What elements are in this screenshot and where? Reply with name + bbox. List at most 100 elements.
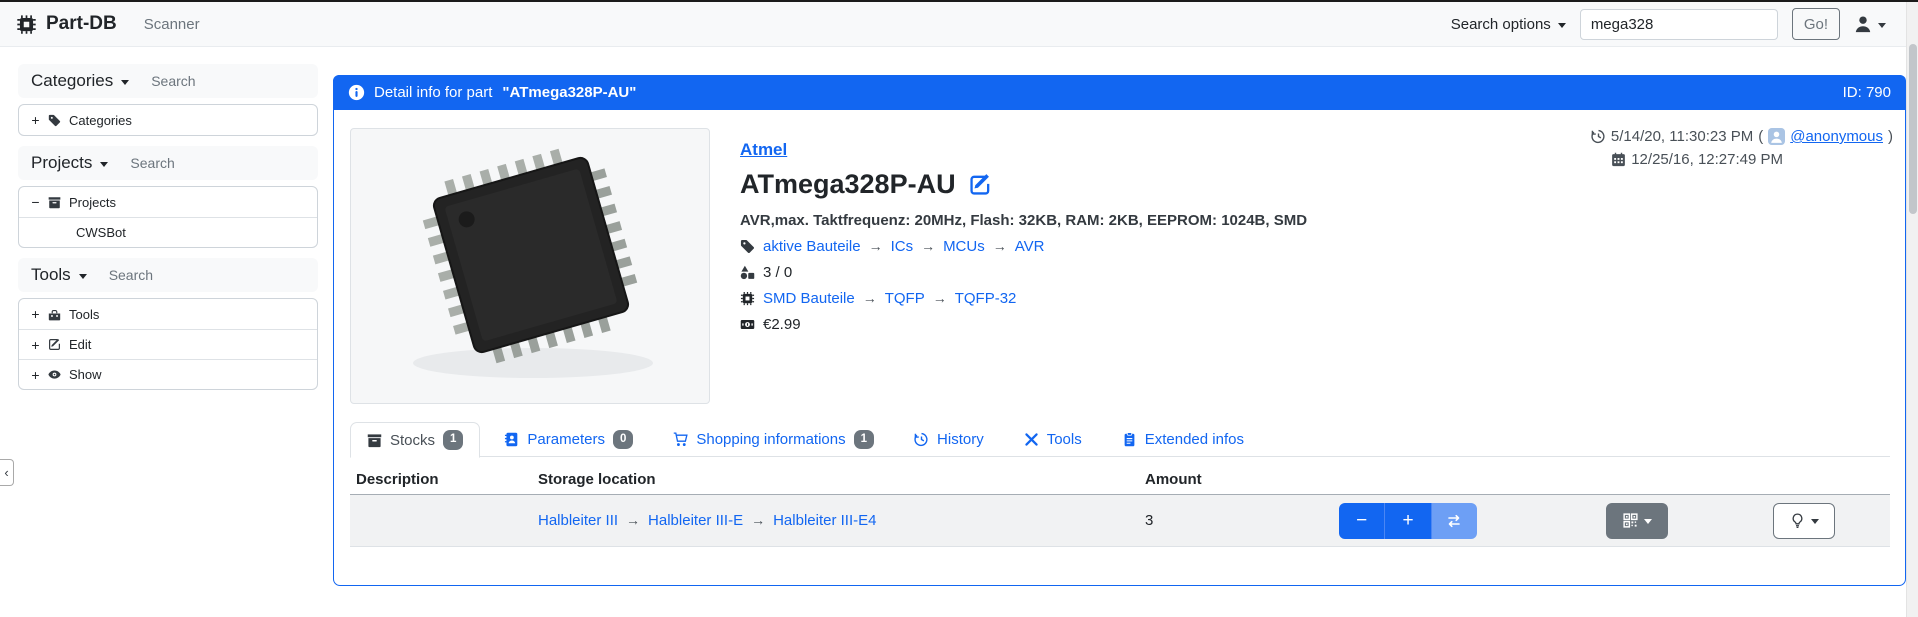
brand-link[interactable]: Part-DB — [16, 13, 117, 35]
part-info: Atmel ATmega328P-AU AVR,max. Taktfrequen… — [740, 140, 1307, 333]
footprint-link[interactable]: TQFP-32 — [955, 290, 1017, 307]
vertical-scrollbar[interactable] — [1906, 2, 1918, 617]
stocks-table: Description Storage location Amount Halb… — [350, 465, 1890, 547]
manufacturer-link[interactable]: Atmel — [740, 140, 787, 159]
tab-label: Stocks — [390, 432, 435, 449]
cart-icon — [673, 432, 688, 447]
expand-toggle[interactable]: + — [31, 367, 40, 383]
category-link[interactable]: aktive Bauteile — [763, 238, 861, 255]
description-rest: ,max. Taktfrequenz: 20MHz, Flash: 32KB, … — [771, 212, 1308, 229]
footprint-link[interactable]: SMD Bauteile — [763, 290, 855, 307]
projects-panel-header: Projects — [18, 146, 318, 180]
brand-label: Part-DB — [46, 13, 117, 35]
arrow-separator — [869, 238, 883, 255]
navbar-right: Search options Go! — [1451, 8, 1902, 40]
part-meta: 5/14/20, 11:30:23 PM ( @anonymous ) 12/2… — [1591, 126, 1893, 170]
decrease-stock-button[interactable]: − — [1339, 503, 1385, 539]
led-locate-dropdown-button[interactable] — [1773, 503, 1835, 539]
storage-location-path: Halbleiter III Halbleiter III-E Halbleit… — [538, 512, 1145, 529]
user-menu-dropdown[interactable] — [1854, 15, 1886, 33]
tree-item-edit[interactable]: + Edit — [19, 329, 317, 359]
arrow-separator — [626, 512, 640, 529]
tab-history[interactable]: History — [898, 422, 1000, 457]
box-archive-icon — [48, 196, 61, 209]
stock-row: Halbleiter III Halbleiter III-E Halbleit… — [350, 495, 1890, 547]
stocks-table-header: Description Storage location Amount — [350, 465, 1890, 495]
tab-stocks[interactable]: Stocks 1 — [350, 422, 480, 458]
tools-search-input[interactable] — [109, 267, 239, 283]
tools-dropdown[interactable]: Tools — [31, 265, 87, 285]
tab-shopping-informations[interactable]: Shopping informations 1 — [657, 422, 890, 457]
chevron-down-icon — [1558, 23, 1566, 28]
tab-label: History — [937, 431, 984, 448]
sidebar-collapse-handle[interactable]: ‹ — [0, 459, 14, 486]
category-link[interactable]: MCUs — [943, 238, 985, 255]
window-top-edge — [0, 0, 1918, 2]
nav-item-scanner[interactable]: Scanner — [144, 16, 200, 33]
edit-part-icon[interactable] — [969, 173, 992, 196]
tree-item-projects[interactable]: − Projects — [19, 187, 317, 217]
chevron-down-icon — [100, 162, 108, 167]
tools-panel-header: Tools — [18, 258, 318, 292]
tools-panel-title: Tools — [31, 265, 71, 285]
qr-label-dropdown-button[interactable] — [1606, 503, 1668, 539]
arrow-separator — [921, 238, 935, 255]
footprint-row: SMD Bauteile TQFP TQFP-32 — [740, 290, 1307, 307]
search-options-dropdown[interactable]: Search options — [1451, 16, 1566, 33]
move-stock-button[interactable] — [1432, 503, 1477, 539]
chevron-down-icon — [121, 80, 129, 85]
categories-search-input[interactable] — [151, 73, 281, 89]
storage-location-link[interactable]: Halbleiter III-E — [648, 512, 743, 529]
search-options-label: Search options — [1451, 16, 1551, 33]
tools-tree: + Tools + Edit + Show — [18, 298, 318, 390]
go-button[interactable]: Go! — [1792, 8, 1840, 40]
part-detail-body: Atmel ATmega328P-AU AVR,max. Taktfrequen… — [334, 110, 1905, 584]
lightbulb-icon — [1790, 513, 1805, 528]
header-part-name: "ATmega328P-AU" — [502, 84, 636, 101]
tree-item-tools[interactable]: + Tools — [19, 299, 317, 329]
categories-panel-header: Categories — [18, 64, 318, 98]
tab-tools[interactable]: Tools — [1008, 422, 1098, 457]
scrollbar-thumb[interactable] — [1909, 44, 1917, 214]
clipboard-icon — [1122, 432, 1137, 447]
microchip-icon — [16, 14, 37, 35]
storage-location-link[interactable]: Halbleiter III-E4 — [773, 512, 876, 529]
storage-location-link[interactable]: Halbleiter III — [538, 512, 618, 529]
categories-dropdown[interactable]: Categories — [31, 71, 129, 91]
avatar — [1768, 128, 1785, 145]
swap-arrows-icon — [1446, 513, 1462, 529]
category-link[interactable]: AVR — [1015, 238, 1045, 255]
history-icon — [914, 432, 929, 447]
tree-item-cwsbot[interactable]: CWSBot — [19, 217, 317, 247]
screwdriver-wrench-icon — [1024, 432, 1039, 447]
money-bill-icon — [740, 317, 755, 332]
created-timestamp: 12/25/16, 12:27:49 PM — [1631, 151, 1783, 168]
collapse-toggle[interactable]: − — [31, 194, 40, 210]
expand-toggle[interactable]: + — [31, 112, 40, 128]
tree-item-categories[interactable]: + Categories — [19, 105, 317, 135]
created-row: 12/25/16, 12:27:49 PM — [1591, 149, 1893, 170]
expand-toggle[interactable]: + — [31, 337, 40, 353]
tag-icon — [740, 239, 755, 254]
calendar-icon — [1611, 152, 1626, 167]
chevron-down-icon — [1644, 519, 1652, 524]
price-value: €2.99 — [763, 316, 801, 333]
user-link[interactable]: @anonymous — [1790, 128, 1883, 145]
categories-panel-title: Categories — [31, 71, 113, 91]
projects-dropdown[interactable]: Projects — [31, 153, 108, 173]
category-link[interactable]: ICs — [891, 238, 914, 255]
search-input[interactable] — [1580, 9, 1778, 40]
increase-stock-button[interactable]: + — [1385, 503, 1431, 539]
tab-extended-infos[interactable]: Extended infos — [1106, 422, 1260, 457]
tab-parameters[interactable]: Parameters 0 — [488, 422, 649, 457]
projects-search-input[interactable] — [130, 155, 260, 171]
tab-label: Extended infos — [1145, 431, 1244, 448]
footprint-link[interactable]: TQFP — [885, 290, 925, 307]
tree-item-show[interactable]: + Show — [19, 359, 317, 389]
tab-label: Shopping informations — [696, 431, 845, 448]
history-icon — [1591, 129, 1606, 144]
category-row: aktive Bauteile ICs MCUs AVR — [740, 238, 1307, 255]
header-prefix: Detail info for part — [374, 84, 492, 101]
tab-badge: 1 — [854, 430, 874, 450]
expand-toggle[interactable]: + — [31, 306, 40, 322]
